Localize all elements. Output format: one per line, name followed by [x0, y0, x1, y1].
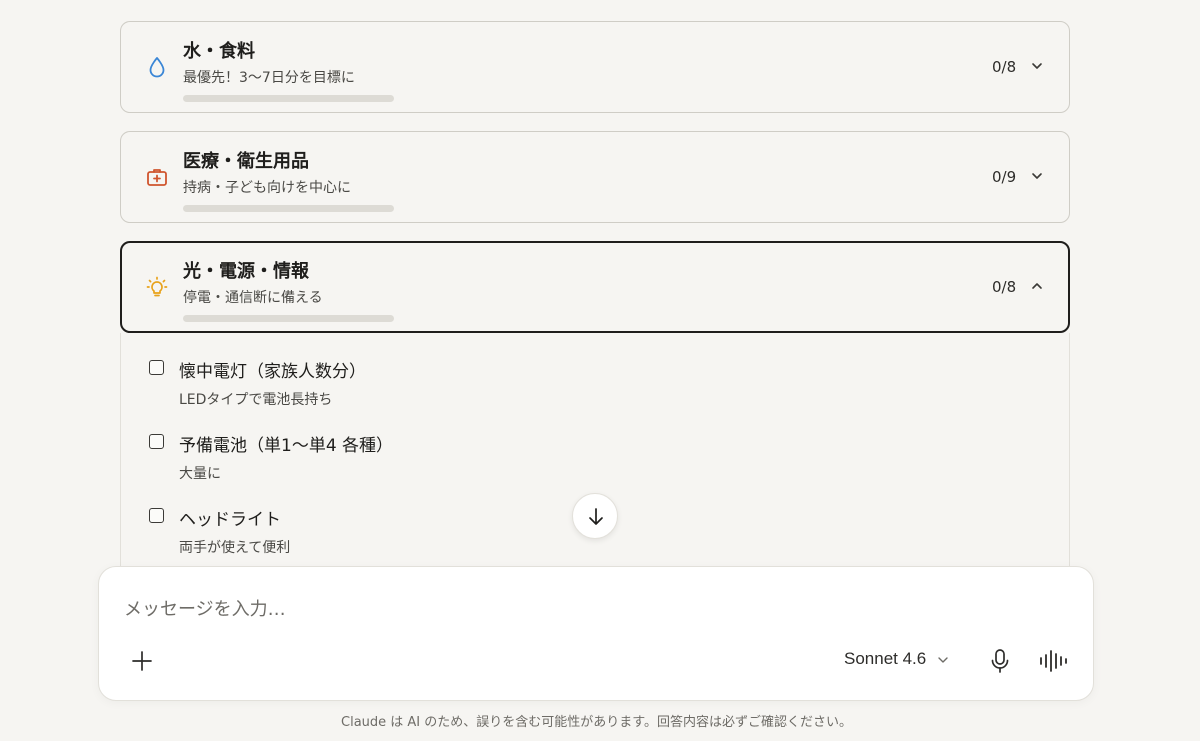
checklist-item: ヘッドライト 両手が使えて便利	[149, 505, 949, 565]
item-title: 予備電池（単1〜単4 各種）	[179, 436, 394, 456]
item-note: 両手が使えて便利	[179, 540, 291, 556]
category-card-light-power[interactable]: 光・電源・情報 停電・通信断に備える 0/8	[120, 241, 1070, 333]
category-subtitle: 持病・子ども向けを中心に	[183, 180, 351, 196]
category-card-water-food[interactable]: 水・食料 最優先！3〜7日分を目標に 0/8	[120, 21, 1070, 113]
item-checkbox[interactable]	[149, 434, 164, 449]
category-progress-bar	[183, 315, 394, 322]
chevron-up-icon[interactable]	[1030, 279, 1044, 293]
category-title: 光・電源・情報	[183, 261, 309, 282]
first-aid-kit-icon	[147, 169, 167, 186]
voice-mode-icon[interactable]	[1039, 649, 1069, 673]
microphone-icon[interactable]	[989, 648, 1011, 674]
lightbulb-icon	[146, 276, 168, 297]
arrow-down-icon	[589, 508, 603, 525]
model-label: Sonnet 4.6	[844, 649, 927, 668]
message-input[interactable]	[124, 595, 824, 623]
category-progress-bar	[183, 205, 394, 212]
category-subtitle: 最優先！3〜7日分を目標に	[183, 70, 355, 86]
add-attachment-icon[interactable]	[131, 650, 153, 672]
water-drop-icon	[149, 57, 165, 78]
page: 水・食料 最優先！3〜7日分を目標に 0/8 医療・衛生用品 持病・子ども向けを…	[0, 0, 1200, 741]
category-count: 0/8	[992, 58, 1017, 76]
chevron-down-icon[interactable]	[1030, 59, 1044, 73]
checklist-item: 懐中電灯（家族人数分） LEDタイプで電池長持ち	[149, 357, 949, 417]
category-count: 0/9	[992, 168, 1017, 186]
category-progress-bar	[183, 95, 394, 102]
category-title: 医療・衛生用品	[183, 151, 309, 172]
category-subtitle: 停電・通信断に備える	[183, 290, 323, 306]
chevron-down-icon	[938, 656, 949, 663]
model-selector[interactable]: Sonnet 4.6	[844, 649, 949, 673]
item-note: 大量に	[179, 466, 221, 482]
scroll-to-bottom-button[interactable]	[572, 493, 618, 539]
disclaimer-text: Claude は AI のため、誤りを含む可能性があります。回答内容は必ずご確認…	[341, 715, 852, 730]
item-title: 懐中電灯（家族人数分）	[179, 362, 366, 382]
category-card-medical[interactable]: 医療・衛生用品 持病・子ども向けを中心に 0/9	[120, 131, 1070, 223]
item-note: LEDタイプで電池長持ち	[179, 392, 333, 408]
checklist-item: 予備電池（単1〜単4 各種） 大量に	[149, 431, 949, 491]
item-checkbox[interactable]	[149, 508, 164, 523]
chevron-down-icon[interactable]	[1030, 169, 1044, 183]
category-items-panel: 懐中電灯（家族人数分） LEDタイプで電池長持ち 予備電池（単1〜単4 各種） …	[120, 333, 1070, 593]
message-composer: Sonnet 4.6	[98, 566, 1094, 701]
category-count: 0/8	[992, 278, 1017, 296]
item-title: ヘッドライト	[179, 510, 281, 530]
item-checkbox[interactable]	[149, 360, 164, 375]
category-title: 水・食料	[183, 41, 255, 62]
